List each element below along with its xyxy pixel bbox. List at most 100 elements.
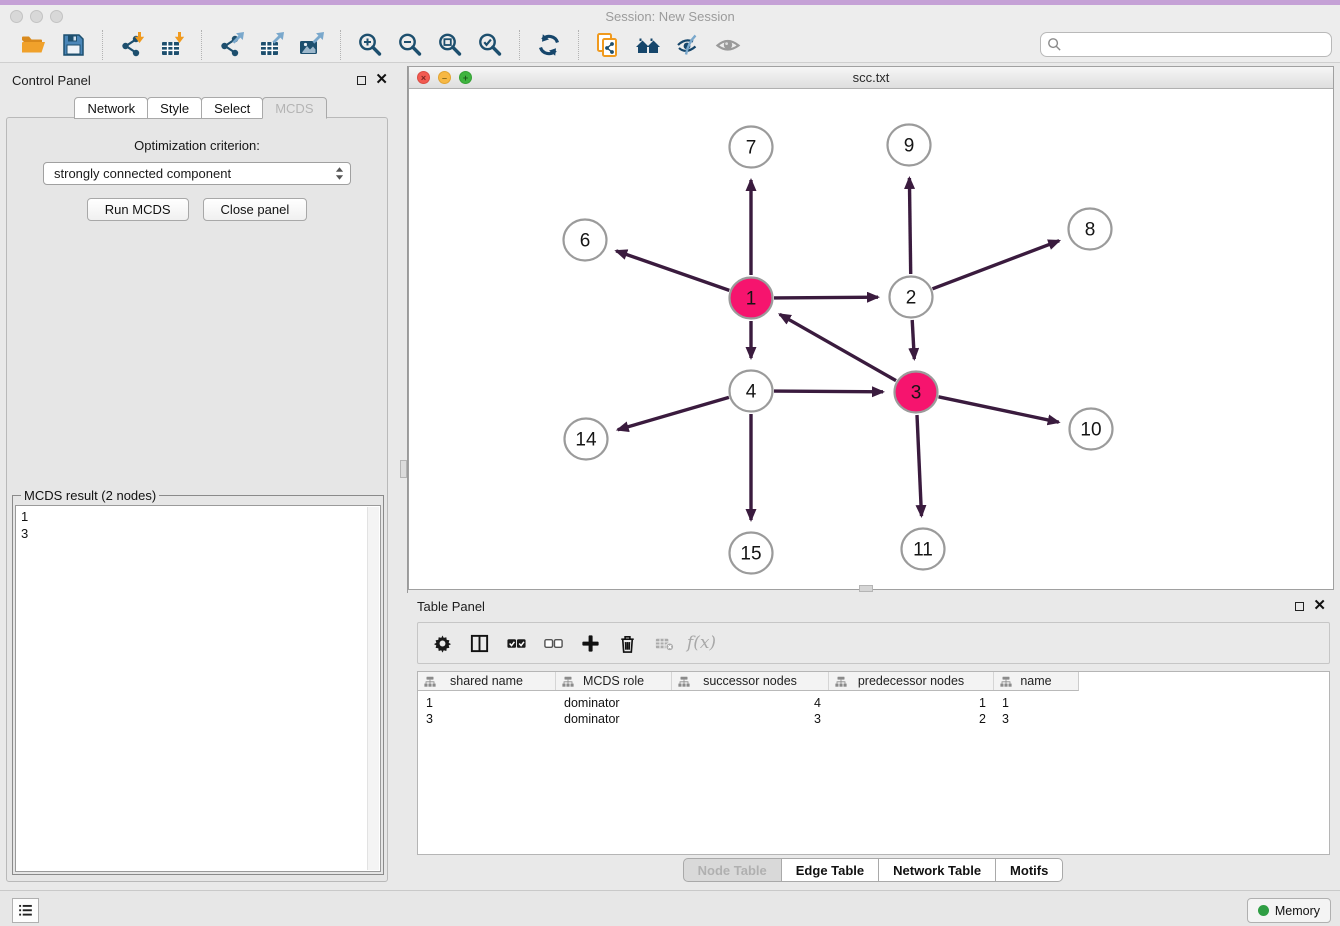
node-table[interactable]: shared nameMCDS rolesuccessor nodesprede… <box>417 671 1330 855</box>
table-cell[interactable]: 3 <box>994 711 1078 727</box>
graph-edge-3-11[interactable] <box>917 415 922 516</box>
graph-node-8[interactable]: 8 <box>1069 209 1112 250</box>
close-panel-icon[interactable]: ✕ <box>375 75 388 85</box>
graph-edge-1-2[interactable] <box>774 297 878 298</box>
graph-node-11[interactable]: 11 <box>902 529 945 570</box>
network-canvas[interactable]: 7 9 6 8 1 2 4 3 14 10 15 11 <box>409 89 1333 589</box>
tab-motifs[interactable]: Motifs <box>995 858 1063 882</box>
table-cell[interactable]: 4 <box>672 695 829 711</box>
zoom-window-button[interactable] <box>50 10 63 23</box>
save-session-button[interactable] <box>53 29 93 61</box>
close-panel-button[interactable]: Close panel <box>203 198 308 221</box>
run-mcds-button[interactable]: Run MCDS <box>87 198 189 221</box>
graph-edge-1-6[interactable] <box>616 251 729 291</box>
close-window-button[interactable] <box>10 10 23 23</box>
import-table-icon <box>158 31 186 59</box>
mcds-result-line: 1 <box>21 508 375 525</box>
window-controls[interactable] <box>10 10 63 23</box>
task-history-button[interactable] <box>12 898 39 923</box>
home-view-button[interactable] <box>628 29 668 61</box>
vertical-splitter-handle[interactable] <box>400 460 407 478</box>
tab-select[interactable]: Select <box>201 97 263 119</box>
zoom-fit-button[interactable] <box>430 29 470 61</box>
criterion-dropdown[interactable]: strongly connected component <box>43 162 351 185</box>
network-canvas-container[interactable]: 7 9 6 8 1 2 4 3 14 10 15 11 <box>409 89 1333 589</box>
deselect-all-button[interactable] <box>535 626 572 660</box>
table-cell[interactable]: dominator <box>556 695 672 711</box>
close-table-panel-icon[interactable]: ✕ <box>1313 601 1326 611</box>
tab-node-table[interactable]: Node Table <box>683 858 782 882</box>
export-network-button[interactable] <box>211 29 251 61</box>
select-all-button[interactable] <box>498 626 535 660</box>
open-session-button[interactable] <box>13 29 53 61</box>
table-cell[interactable]: 3 <box>418 711 556 727</box>
refresh-layout-button[interactable] <box>529 29 569 61</box>
table-cell[interactable]: 1 <box>418 695 556 711</box>
tab-edge-table[interactable]: Edge Table <box>781 858 879 882</box>
float-table-panel-icon[interactable] <box>1295 602 1304 611</box>
tab-network-table[interactable]: Network Table <box>878 858 996 882</box>
graph-edge-3-1[interactable] <box>780 314 896 380</box>
table-cell[interactable]: dominator <box>556 711 672 727</box>
zoom-out-button[interactable] <box>390 29 430 61</box>
search-box[interactable] <box>1040 32 1332 57</box>
horizontal-splitter-handle[interactable] <box>859 585 873 592</box>
column-header-shared-name[interactable]: shared name <box>418 672 556 690</box>
graph-node-3[interactable]: 3 <box>895 372 938 413</box>
close-view-icon[interactable]: × <box>417 71 430 84</box>
control-panel-tabs: NetworkStyleSelectMCDS <box>0 97 400 119</box>
table-cell[interactable]: 3 <box>672 711 829 727</box>
column-header-successor-nodes[interactable]: successor nodes <box>672 672 829 690</box>
graph-node-2[interactable]: 2 <box>890 277 933 318</box>
memory-button[interactable]: Memory <box>1247 898 1331 923</box>
column-header-name[interactable]: name <box>994 672 1078 690</box>
graph-node-15[interactable]: 15 <box>730 533 773 574</box>
control-panel-header: Control Panel ✕ <box>0 66 400 94</box>
tab-style[interactable]: Style <box>147 97 202 119</box>
graph-node-9[interactable]: 9 <box>888 125 931 166</box>
float-panel-icon[interactable] <box>357 76 366 85</box>
graph-node-6[interactable]: 6 <box>564 220 607 261</box>
graph-edge-2-3[interactable] <box>912 320 914 359</box>
zoom-in-button[interactable] <box>350 29 390 61</box>
zoom-selected-button[interactable] <box>470 29 510 61</box>
result-scrollbar[interactable] <box>367 507 379 870</box>
hide-graphics-details-button[interactable] <box>668 29 708 61</box>
graph-edge-2-8[interactable] <box>933 241 1060 289</box>
network-window-titlebar[interactable]: × – + scc.txt <box>409 67 1333 89</box>
mcds-result-area[interactable]: 13 <box>15 505 381 872</box>
graph-node-10[interactable]: 10 <box>1070 409 1113 450</box>
graph-node-1[interactable]: 1 <box>730 278 773 319</box>
export-table-button[interactable] <box>251 29 291 61</box>
table-cell[interactable]: 2 <box>829 711 994 727</box>
column-header-predecessor-nodes[interactable]: predecessor nodes <box>829 672 994 690</box>
graph-edge-3-10[interactable] <box>939 397 1059 422</box>
table-cell[interactable]: 1 <box>829 695 994 711</box>
import-table-button[interactable] <box>152 29 192 61</box>
table-row[interactable]: 3dominator323 <box>418 711 1329 727</box>
export-image-button[interactable] <box>291 29 331 61</box>
table-row[interactable]: 1dominator411 <box>418 695 1329 711</box>
split-view-button[interactable] <box>461 626 498 660</box>
network-window-controls[interactable]: × – + <box>417 71 472 84</box>
graph-edge-4-14[interactable] <box>618 397 729 429</box>
add-row-button[interactable] <box>572 626 609 660</box>
table-cell[interactable]: 1 <box>994 695 1078 711</box>
search-input[interactable] <box>1066 37 1325 52</box>
maximize-view-icon[interactable]: + <box>459 71 472 84</box>
tab-network[interactable]: Network <box>74 97 148 119</box>
tab-mcds[interactable]: MCDS <box>262 97 326 119</box>
settings-button[interactable] <box>424 626 461 660</box>
column-header-MCDS-role[interactable]: MCDS role <box>556 672 672 690</box>
import-network-button[interactable] <box>112 29 152 61</box>
graph-node-14[interactable]: 14 <box>565 419 608 460</box>
delete-row-button[interactable] <box>609 626 646 660</box>
clone-network-button[interactable] <box>588 29 628 61</box>
graph-edge-2-9[interactable] <box>909 178 910 274</box>
show-graphics-details-button[interactable] <box>708 29 748 61</box>
graph-edge-4-3[interactable] <box>774 391 883 392</box>
graph-node-7[interactable]: 7 <box>730 127 773 168</box>
minimize-window-button[interactable] <box>30 10 43 23</box>
graph-node-4[interactable]: 4 <box>730 371 773 412</box>
minimize-view-icon[interactable]: – <box>438 71 451 84</box>
